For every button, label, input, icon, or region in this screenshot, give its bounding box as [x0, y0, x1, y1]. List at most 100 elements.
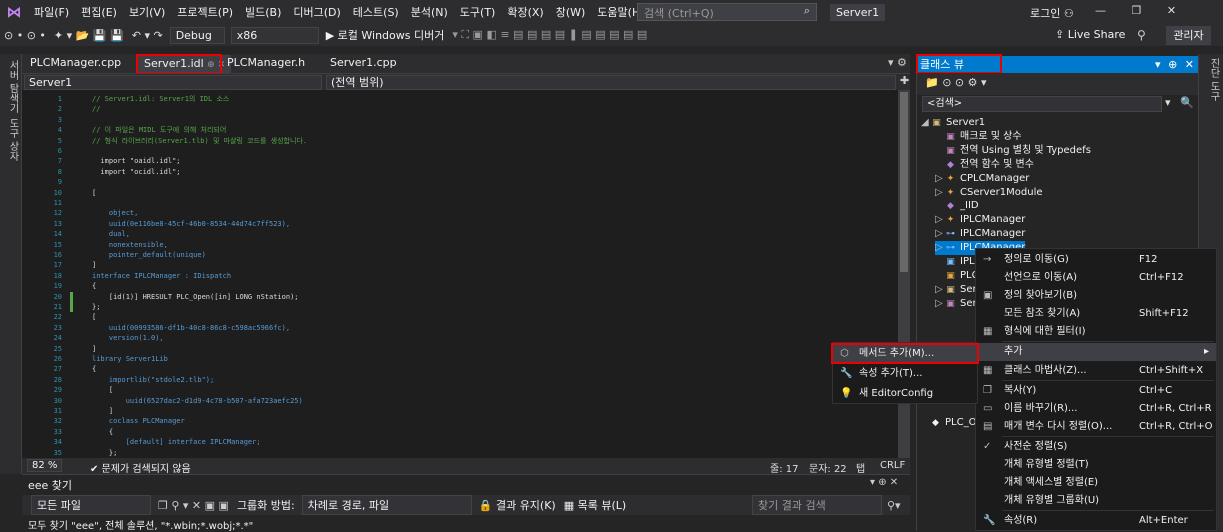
code-line[interactable]: 2 // — [22, 104, 898, 115]
list-view-toggle[interactable]: ▦ 목록 뷰(L) — [560, 497, 630, 513]
context-menu-item[interactable]: ▦ 클래스 마법사(Z)... Ctrl+Shift+X — [976, 362, 1216, 380]
quick-search-input[interactable]: 검색 (Ctrl+Q) ⌕ — [637, 3, 817, 21]
code-line[interactable]: 22 [ — [22, 312, 898, 323]
menu-file[interactable]: 파일(F) — [28, 4, 75, 20]
tree-item[interactable]: ▣ 전역 Using 별칭 및 Typedefs — [935, 144, 1091, 158]
tree-item[interactable]: ▷⊶ IPLCManager — [935, 227, 1025, 241]
tab-overflow-settings-icon[interactable]: ▾ ⚙ — [888, 56, 907, 69]
tree-item[interactable]: ◢ ▣ Server1 — [921, 116, 985, 130]
code-line[interactable]: 11 — [22, 198, 898, 209]
code-line[interactable]: 9 — [22, 177, 898, 188]
tree-item[interactable]: ▣ IPL — [935, 255, 974, 269]
window-controls[interactable]: — ❐ ✕ — [1095, 4, 1176, 17]
zoom-level-dropdown[interactable]: 82 % — [27, 459, 63, 472]
split-editor-icon[interactable]: ✚ — [900, 74, 909, 87]
new-open-save-icons[interactable]: ✦ ▾ 📂 💾 💾 — [50, 29, 128, 42]
submenu-item[interactable]: 💡 새 EditorConfig — [833, 385, 977, 403]
context-menu-item[interactable]: 개체 유형별 정렬(T) — [976, 456, 1216, 474]
menu-debug[interactable]: 디버그(D) — [287, 4, 346, 20]
tree-item[interactable]: ▷ ✦ IPLCManager — [935, 213, 1025, 227]
class-view-search-icon[interactable]: ▾ 🔍 — [1165, 96, 1194, 109]
class-view-search-input[interactable]: <검색> — [922, 96, 1162, 112]
context-menu-item[interactable]: 선언으로 이동(A) Ctrl+F12 — [976, 269, 1216, 287]
code-line[interactable]: 21}; — [22, 302, 898, 313]
context-menu-item[interactable]: 개체 유형별 그룹화(U) — [976, 492, 1216, 510]
submenu-item[interactable]: 🔧 속성 추가(T)... — [833, 365, 977, 383]
configuration-dropdown[interactable]: Debug — [169, 26, 225, 44]
submenu-item[interactable]: ⬡ 메서드 추가(M)... — [833, 345, 977, 363]
tree-item[interactable]: ▣ PLC — [935, 269, 978, 283]
code-line[interactable]: 25] — [22, 344, 898, 355]
context-menu-item[interactable]: 추가 ▸ — [976, 343, 1216, 361]
code-line[interactable]: 33 { — [22, 427, 898, 438]
expand-arrow-icon[interactable]: ▷ — [935, 283, 945, 297]
code-line[interactable]: 8 import "ocidl.idl"; — [22, 167, 898, 178]
code-line[interactable]: 6 — [22, 146, 898, 157]
menu-project[interactable]: 프로젝트(P) — [171, 4, 239, 20]
tab-plcmanager-cpp[interactable]: PLCManager.cpp — [30, 56, 121, 69]
code-line[interactable]: 34 [default] interface IPLCManager; — [22, 437, 898, 448]
tab-server1-cpp[interactable]: Server1.cpp — [330, 56, 397, 69]
expand-arrow-icon[interactable]: ▷ — [935, 227, 945, 241]
class-view-window-controls[interactable]: ▾ ⊕ ✕ — [1155, 56, 1194, 73]
context-menu-item[interactable]: 🔧 속성(R) Alt+Enter — [976, 512, 1216, 530]
code-line[interactable]: 13 uuid(0e116be8-45cf-46b0-8534-44d74c7f… — [22, 219, 898, 230]
project-scope-dropdown[interactable]: Server1 — [24, 75, 322, 90]
code-line[interactable]: 5 // 형식 라이브러리(Server1.tlb) 및 마샬링 코드를 생성합니… — [22, 136, 898, 147]
group-by-dropdown[interactable]: 차례로 경로, 파일 — [301, 495, 472, 515]
code-line[interactable]: 26 library Server1Lib — [22, 354, 898, 365]
find-panel-controls[interactable]: ▾ ⊕ ✕ — [870, 477, 898, 488]
code-line[interactable]: 31 ] — [22, 406, 898, 417]
menu-build[interactable]: 빌드(B) — [239, 4, 287, 20]
context-menu-item[interactable]: 모든 참조 찾기(A) Shift+F12 — [976, 305, 1216, 323]
toolbar-misc-icons[interactable]: ▾ ⛶ ▣ ◧ ≡ ▤ ▤ ▤ ▤ ❚ ▤ ▤ ▤ ▤ ▤ — [448, 28, 651, 42]
menu-view[interactable]: 보기(V) — [123, 4, 171, 20]
menu-tools[interactable]: 도구(T) — [454, 4, 502, 20]
code-line[interactable]: 29 [ — [22, 385, 898, 396]
menu-window[interactable]: 창(W) — [550, 4, 592, 20]
tree-item[interactable]: ▣ 매크로 및 상수 — [935, 130, 1021, 144]
tree-item[interactable]: ◆ _IID — [935, 199, 979, 213]
code-line[interactable]: 7 import "oaidl.idl"; — [22, 156, 898, 167]
code-line[interactable]: 19 { — [22, 281, 898, 292]
find-results-search-icon[interactable]: ⚲▾ — [887, 499, 901, 512]
code-line[interactable]: 28 importlib("stdole2.tlb"); — [22, 375, 898, 386]
code-line[interactable]: 23 uuid(00993586-df1b-40c8-86c8-c598ac59… — [22, 323, 898, 334]
menu-test[interactable]: 테스트(S) — [347, 4, 405, 20]
code-line[interactable]: 24 version(1.0), — [22, 333, 898, 344]
code-line[interactable]: 30 uuid(6527dac2-d1d9-4c78-b507-afa723ae… — [22, 396, 898, 407]
context-menu-item[interactable]: ❐ 복사(Y) Ctrl+C — [976, 382, 1216, 400]
tree-item[interactable]: ▷ ✦ CPLCManager — [935, 172, 1029, 186]
code-line[interactable]: 16 pointer_default(unique) — [22, 250, 898, 261]
navigate-back-forward-icon[interactable]: ⊙ • ⊙ • — [0, 29, 50, 42]
code-line[interactable]: 18 interface IPLCManager : IDispatch — [22, 271, 898, 282]
code-line[interactable]: 15 nonextensible, — [22, 240, 898, 251]
server-explorer-tab[interactable]: 서버 탐색기 — [5, 60, 20, 113]
expand-arrow-icon[interactable]: ▷ — [935, 186, 945, 200]
tree-item-plc-open[interactable]: ◆ PLC_O — [930, 416, 976, 430]
context-menu-item[interactable]: ✓ 사전순 정렬(S) — [976, 438, 1216, 456]
code-line[interactable]: 1 // Server1.idl: Server1의 IDL 소스 — [22, 94, 898, 105]
feedback-icon[interactable]: ⚲ — [1137, 28, 1146, 42]
context-menu-item[interactable]: → 정의로 이동(G) F12 — [976, 251, 1216, 269]
menu-edit[interactable]: 편집(E) — [75, 4, 123, 20]
menu-analyze[interactable]: 분석(N) — [405, 4, 454, 20]
expand-arrow-icon[interactable]: ▷ — [935, 172, 945, 186]
context-menu-item[interactable]: ▣ 정의 찾아보기(B) — [976, 287, 1216, 305]
start-debugger-button[interactable]: ▶ 로컬 Windows 디버거 — [322, 27, 449, 43]
code-line[interactable]: 3 — [22, 115, 898, 126]
code-line[interactable]: 14 dual, — [22, 229, 898, 240]
live-share-button[interactable]: ⇪ Live Share — [1055, 28, 1125, 41]
find-results-search-input[interactable]: 찾기 결과 검색 — [752, 495, 882, 515]
tree-item[interactable]: ◆ 전역 함수 및 변수 — [935, 158, 1034, 172]
context-menu-item[interactable]: ▤ 매개 변수 다시 정렬(O)... Ctrl+R, Ctrl+O — [976, 418, 1216, 436]
diagnostic-tools-tab[interactable]: 진단 도구 — [1206, 58, 1221, 101]
toolbox-tab[interactable]: 도구 상자 — [5, 118, 20, 161]
code-line[interactable]: 20 [id(1)] HRESULT PLC_Open([in] LONG nS… — [22, 292, 898, 303]
code-line[interactable]: 10 [ — [22, 188, 898, 199]
tab-plcmanager-h[interactable]: PLCManager.h — [227, 56, 305, 69]
expand-arrow-icon[interactable]: ▷ — [935, 297, 945, 311]
global-scope-dropdown[interactable]: (전역 범위) — [326, 75, 896, 90]
issues-indicator[interactable]: ✔ 문제가 검색되지 않음 — [90, 460, 191, 475]
context-menu-item[interactable]: 개체 액세스별 정렬(E) — [976, 474, 1216, 492]
